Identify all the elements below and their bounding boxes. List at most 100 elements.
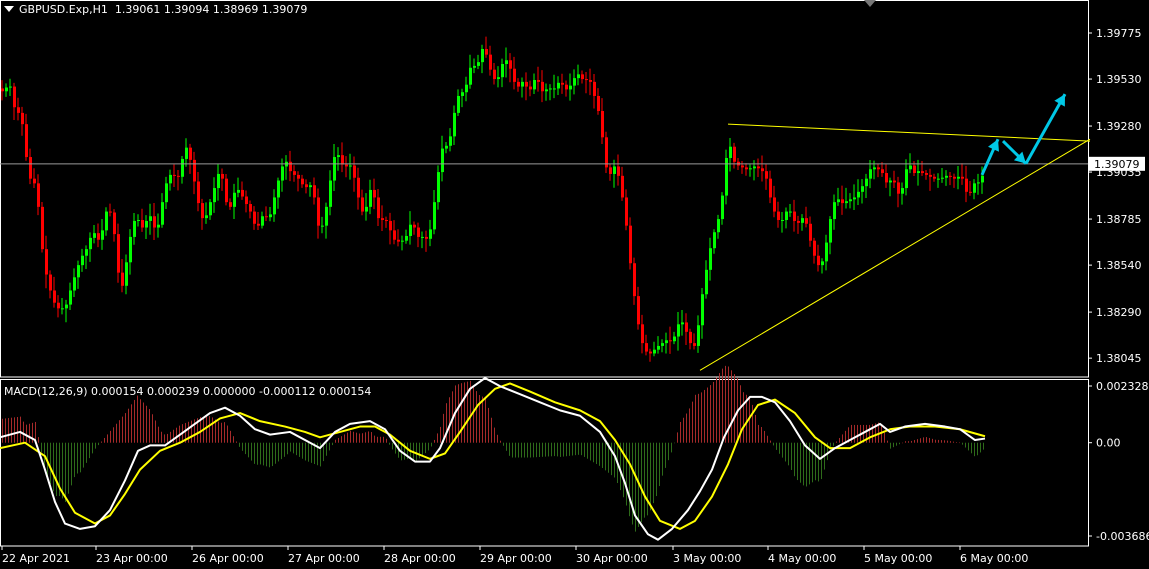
macd-histogram-bar [731, 370, 732, 443]
macd-histogram-bar [947, 440, 948, 443]
bear-candle [301, 178, 304, 185]
macd-histogram-bar [788, 442, 789, 466]
macd-histogram-bar [278, 442, 279, 462]
bear-candle [589, 79, 592, 82]
collapse-triangle-icon[interactable] [4, 6, 14, 12]
macd-histogram-bar [29, 423, 30, 443]
macd-histogram-bar [605, 442, 606, 471]
macd-histogram-bar [713, 381, 714, 443]
macd-histogram-bar [377, 436, 378, 443]
bear-candle [53, 290, 56, 303]
macd-histogram-bar [17, 416, 18, 443]
macd-histogram-bar [722, 368, 723, 443]
bull-candle [5, 87, 8, 92]
bull-candle [445, 145, 448, 149]
bull-candle [477, 62, 480, 66]
bear-candle [645, 343, 648, 352]
bear-candle [621, 175, 624, 198]
macd-histogram-bar [119, 420, 120, 443]
bear-candle [177, 175, 180, 177]
projection-arrow [1024, 93, 1067, 165]
bull-candle [789, 211, 792, 213]
bear-candle [121, 272, 124, 286]
bear-candle [517, 81, 520, 87]
bull-candle [217, 173, 220, 189]
bear-candle [601, 111, 604, 138]
macd-histogram-bar [446, 403, 447, 443]
macd-histogram-bar [290, 442, 291, 452]
macd-histogram-bar [785, 442, 786, 462]
macd-histogram-bar [95, 442, 96, 449]
bull-candle [857, 191, 860, 198]
bear-candle [581, 74, 584, 80]
macd-histogram-bar [869, 424, 870, 443]
macd-histogram-bar [956, 442, 957, 443]
bear-candle [109, 211, 112, 213]
macd-histogram-bar [653, 442, 654, 504]
bull-candle [861, 186, 864, 192]
macd-histogram-bar [734, 374, 735, 443]
macd-histogram-bar [611, 442, 612, 476]
macd-histogram-bar [908, 441, 909, 443]
bear-candle [741, 165, 744, 168]
bull-candle [533, 79, 536, 90]
trading-chart[interactable]: 1.390791.397751.395301.392801.390351.387… [0, 0, 1149, 569]
bear-candle [389, 220, 392, 231]
bear-candle [341, 155, 344, 165]
price-chart-header: GBPUSD.Exp,H1 1.39061 1.39094 1.38969 1.… [4, 3, 307, 16]
bull-candle [553, 88, 556, 90]
macd-histogram-bar [239, 442, 240, 447]
macd-histogram-bar [680, 421, 681, 443]
bear-candle [385, 220, 388, 222]
price-pane-frame [0, 0, 1089, 378]
bull-candle [945, 175, 948, 178]
macd-histogram-bar [518, 442, 519, 458]
macd-histogram-bar [308, 442, 309, 462]
macd-histogram-bar [977, 442, 978, 456]
macd-histogram-bar [641, 442, 642, 523]
bear-candle [113, 212, 116, 235]
ohlc-values: 1.39061 1.39094 1.38969 1.39079 [114, 3, 308, 16]
bear-candle [265, 216, 268, 218]
bull-candle [89, 237, 92, 250]
bull-candle [829, 219, 832, 243]
macd-histogram-bar [623, 442, 624, 498]
bear-candle [745, 167, 748, 170]
macd-histogram-bar [884, 432, 885, 443]
macd-histogram-bar [896, 442, 897, 446]
macd-histogram-bar [527, 442, 528, 458]
macd-histogram-bar [629, 442, 630, 517]
bear-candle [189, 147, 192, 160]
bull-candle [721, 195, 724, 220]
bull-candle [937, 178, 940, 180]
bear-candle [813, 240, 816, 256]
bear-candle [193, 159, 196, 182]
price-axis-label: 1.38785 [1096, 213, 1142, 226]
bull-candle [705, 269, 708, 295]
macd-histogram-bar [770, 440, 771, 443]
bull-candle [441, 148, 444, 173]
macd-histogram-bar [545, 442, 546, 457]
price-axis-label: 1.39775 [1096, 27, 1142, 40]
macd-histogram-bar [488, 407, 489, 443]
macd-histogram-bar [821, 442, 822, 480]
macd-histogram-bar [101, 441, 102, 443]
macd-histogram-bar [692, 401, 693, 443]
bear-candle [377, 197, 380, 219]
bear-candle [141, 220, 144, 228]
macd-histogram-bar [269, 442, 270, 468]
bull-candle [865, 178, 868, 187]
shift-chart-marker-icon[interactable] [864, 0, 876, 7]
bull-candle [409, 224, 412, 236]
macd-histogram-bar [929, 437, 930, 443]
bear-candle [357, 177, 360, 198]
macd-histogram-bar [188, 421, 189, 443]
macd-histogram-bar [365, 432, 366, 443]
bear-candle [413, 224, 416, 228]
bull-candle [137, 220, 140, 222]
macd-histogram-bar [506, 442, 507, 451]
macd-histogram-bar [8, 418, 9, 443]
macd-histogram-bar [962, 442, 963, 445]
bull-candle [941, 177, 944, 179]
bear-candle [793, 211, 796, 221]
